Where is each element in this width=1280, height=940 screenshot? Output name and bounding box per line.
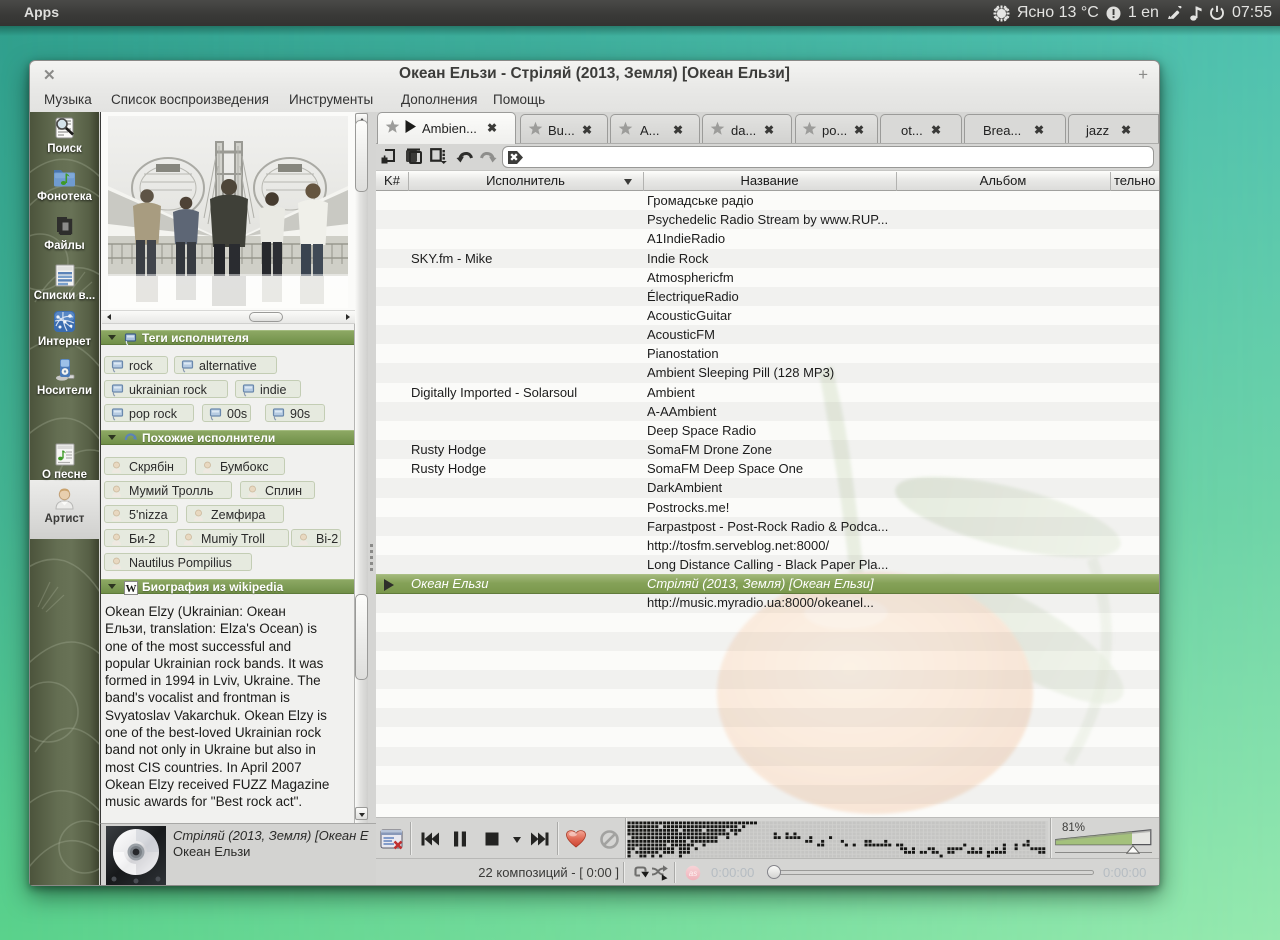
- svg-text:as: as: [689, 869, 697, 878]
- svg-text:W: W: [126, 583, 137, 595]
